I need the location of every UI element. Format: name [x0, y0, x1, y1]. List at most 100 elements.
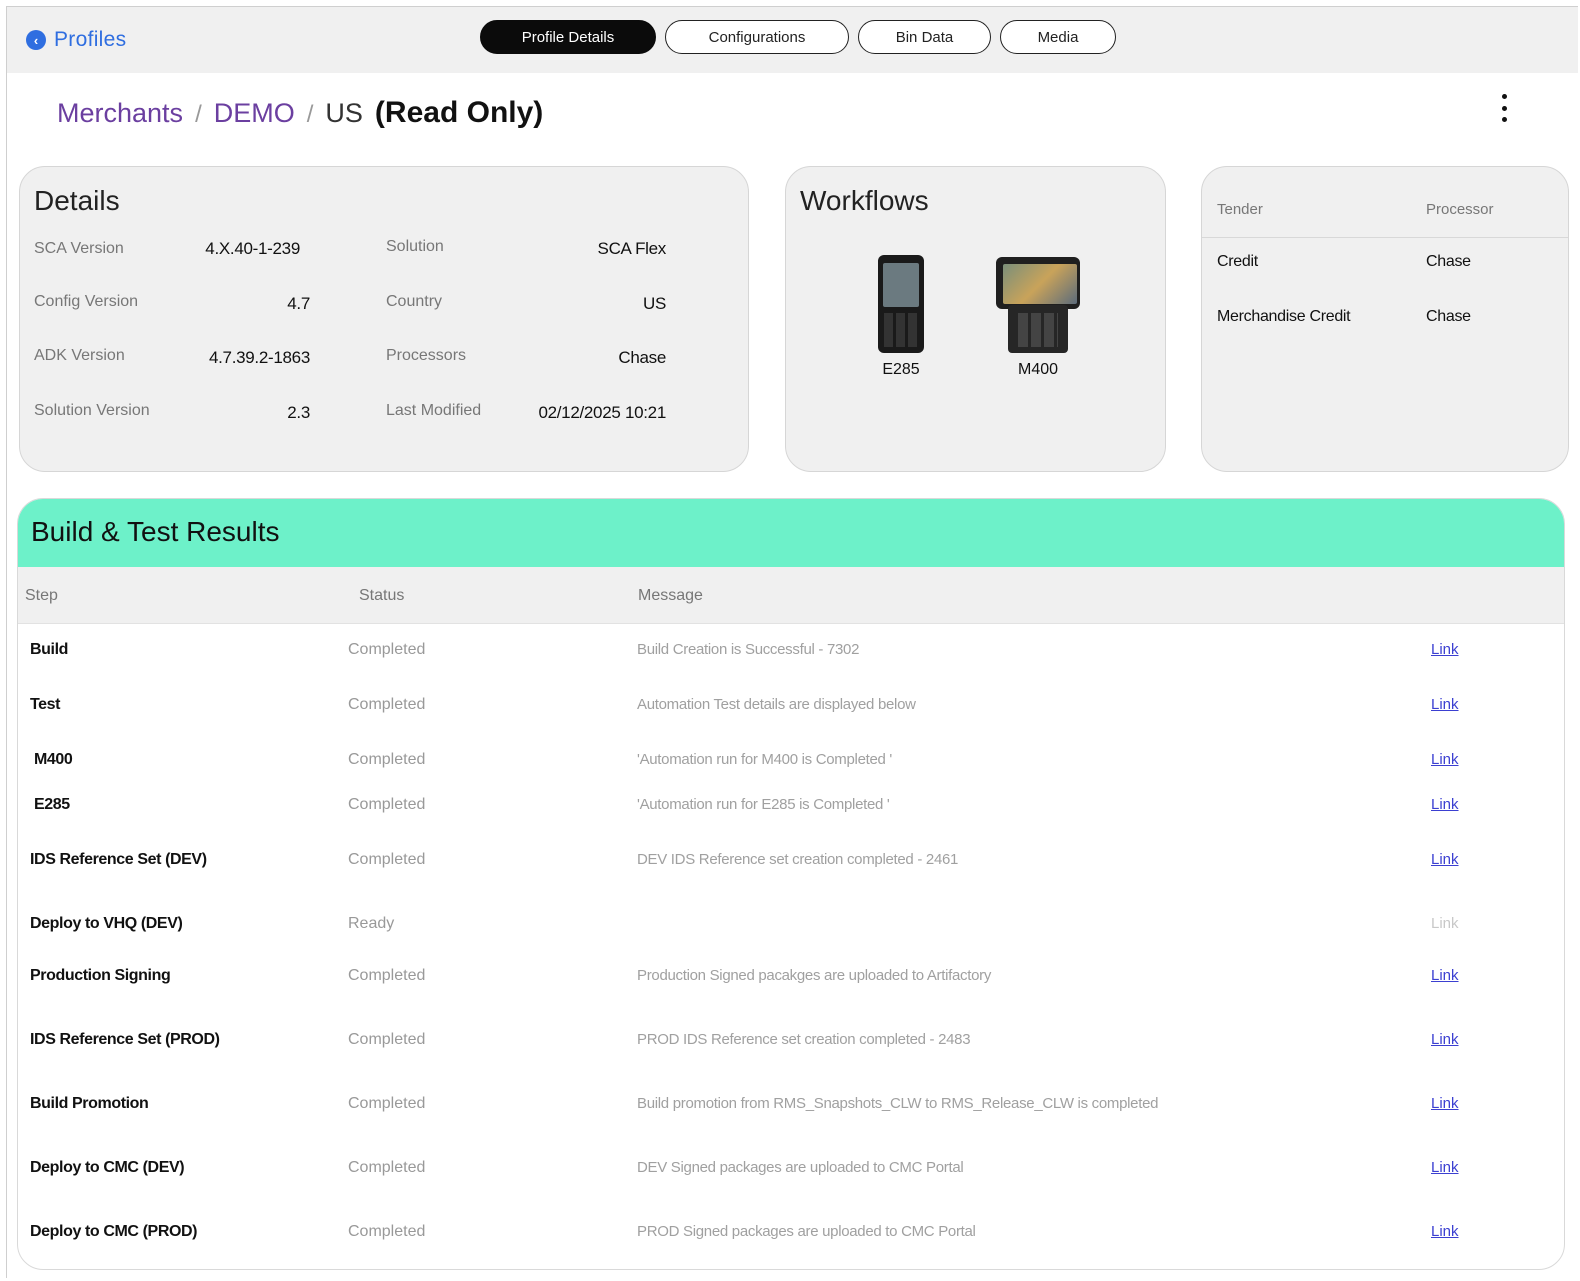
status-cell: Completed	[348, 1223, 426, 1240]
table-row: IDS Reference Set (DEV) Completed DEV ID…	[18, 851, 1564, 881]
message-cell: PROD IDS Reference set creation complete…	[637, 1031, 971, 1048]
chevron-left-icon: ‹	[26, 30, 46, 50]
step-cell: Test	[30, 696, 61, 713]
row-link[interactable]: Link	[1431, 851, 1459, 868]
message-cell: Production Signed pacakges are uploaded …	[637, 967, 992, 984]
step-cell: E285	[34, 796, 70, 813]
breadcrumb-merchants[interactable]: Merchants	[57, 98, 183, 129]
step-cell: Build Promotion	[30, 1095, 149, 1112]
status-cell: Completed	[348, 851, 426, 868]
detail-label: SCA Version	[34, 240, 124, 257]
row-link-disabled: Link	[1431, 915, 1459, 932]
row-link[interactable]: Link	[1431, 751, 1459, 768]
tender-cell: Merchandise Credit	[1217, 308, 1351, 325]
status-cell: Completed	[348, 1159, 426, 1176]
row-link[interactable]: Link	[1431, 967, 1459, 984]
breadcrumb-separator: /	[195, 101, 202, 128]
e285-device-image	[878, 255, 924, 353]
detail-label: Last Modified	[386, 402, 482, 419]
table-row: M400 Completed 'Automation run for M400 …	[18, 751, 1564, 781]
tab-profile-details[interactable]: Profile Details	[480, 20, 656, 54]
device-label: E285	[882, 361, 920, 378]
row-link[interactable]: Link	[1431, 1031, 1459, 1048]
results-title: Build & Test Results	[31, 516, 280, 547]
device-m400[interactable]: M400	[994, 255, 1082, 379]
table-row: E285 Completed 'Automation run for E285 …	[18, 796, 1564, 826]
message-cell: 'Automation run for M400 is Completed '	[637, 751, 892, 768]
detail-label: Config Version	[34, 293, 139, 310]
message-cell: PROD Signed packages are uploaded to CMC…	[637, 1223, 976, 1240]
step-cell: Deploy to CMC (DEV)	[30, 1159, 185, 1176]
details-title: Details	[34, 185, 120, 216]
status-cell: Completed	[348, 796, 426, 813]
breadcrumb: Merchants / DEMO / US (Read Only)	[57, 96, 543, 130]
detail-value: US	[642, 294, 666, 313]
tender-column-header: Tender	[1217, 201, 1263, 218]
detail-label: ADK Version	[34, 347, 125, 364]
detail-value: 02/12/2025 10:21	[538, 403, 666, 422]
message-cell: Automation Test details are displayed be…	[637, 696, 916, 713]
row-link[interactable]: Link	[1431, 796, 1459, 813]
message-cell: DEV Signed packages are uploaded to CMC …	[637, 1159, 964, 1176]
message-cell: Build promotion from RMS_Snapshots_CLW t…	[637, 1095, 1159, 1112]
detail-value: 4.7.39.2-1863	[208, 348, 310, 367]
detail-value: Chase	[618, 348, 666, 367]
message-cell: 'Automation run for E285 is Completed '	[637, 796, 890, 813]
table-row: Production Signing Completed Production …	[18, 967, 1564, 997]
message-cell: DEV IDS Reference set creation completed…	[637, 851, 959, 868]
device-e285[interactable]: E285	[878, 255, 924, 379]
row-link[interactable]: Link	[1431, 1159, 1459, 1176]
message-cell: Build Creation is Successful - 7302	[637, 641, 860, 658]
breadcrumb-current: US	[325, 98, 363, 128]
tender-processor-card: Tender Processor Credit Chase Merchandis…	[1201, 166, 1569, 472]
workflows-card: Workflows E285 M400	[785, 166, 1166, 472]
step-cell: IDS Reference Set (DEV)	[30, 851, 207, 868]
tab-bin-data[interactable]: Bin Data	[858, 20, 991, 54]
details-card: Details SCA Version 4.X.40-1-239 Config …	[19, 166, 749, 472]
step-column-header: Step	[25, 587, 58, 604]
status-cell: Ready	[348, 915, 395, 932]
detail-label: Processors	[386, 347, 467, 364]
status-column-header: Status	[359, 587, 405, 604]
tender-table-header: Tender Processor	[1202, 201, 1568, 238]
table-row: Build Completed Build Creation is Succes…	[18, 641, 1564, 671]
build-test-results-panel: Build & Test Results Step Status Message…	[17, 498, 1565, 1270]
row-link[interactable]: Link	[1431, 1223, 1459, 1240]
row-link[interactable]: Link	[1431, 696, 1459, 713]
detail-value: 4.X.40-1-239	[205, 239, 300, 258]
tab-configurations[interactable]: Configurations	[665, 20, 849, 54]
results-column-headers: Step Status Message	[18, 567, 1564, 624]
back-to-profiles-link[interactable]: ‹ Profiles	[26, 28, 126, 52]
read-only-label: (Read Only)	[374, 96, 544, 129]
processor-cell: Chase	[1426, 253, 1471, 270]
tab-media[interactable]: Media	[1000, 20, 1116, 54]
detail-label: Country	[386, 293, 443, 310]
detail-label: Solution	[386, 238, 444, 255]
processor-column-header: Processor	[1426, 201, 1494, 218]
status-cell: Completed	[348, 967, 426, 984]
step-cell: Production Signing	[30, 967, 171, 984]
step-cell: Deploy to VHQ (DEV)	[30, 915, 183, 932]
status-cell: Completed	[348, 751, 426, 768]
tab-bar: Profile Details Configurations Bin Data …	[480, 20, 1116, 54]
detail-value: 4.7	[287, 294, 310, 313]
table-row: Deploy to CMC (DEV) Completed DEV Signed…	[18, 1159, 1564, 1189]
table-row: IDS Reference Set (PROD) Completed PROD …	[18, 1031, 1564, 1061]
device-label: M400	[1017, 361, 1059, 378]
step-cell: M400	[34, 751, 73, 768]
row-link[interactable]: Link	[1431, 641, 1459, 658]
more-vertical-icon[interactable]	[1494, 90, 1514, 126]
status-cell: Completed	[348, 1031, 426, 1048]
table-row: Deploy to VHQ (DEV) Ready Link	[18, 915, 1564, 945]
top-bar: ‹ Profiles Profile Details Configuration…	[7, 7, 1578, 73]
row-link[interactable]: Link	[1431, 1095, 1459, 1112]
tender-cell: Credit	[1217, 253, 1258, 270]
status-cell: Completed	[348, 696, 426, 713]
step-cell: Build	[30, 641, 68, 658]
step-cell: IDS Reference Set (PROD)	[30, 1031, 220, 1048]
status-cell: Completed	[348, 641, 426, 658]
table-row: Deploy to CMC (PROD) Completed PROD Sign…	[18, 1223, 1564, 1253]
breadcrumb-demo[interactable]: DEMO	[214, 98, 295, 129]
workflows-title: Workflows	[800, 185, 929, 216]
detail-value: 2.3	[287, 403, 310, 422]
